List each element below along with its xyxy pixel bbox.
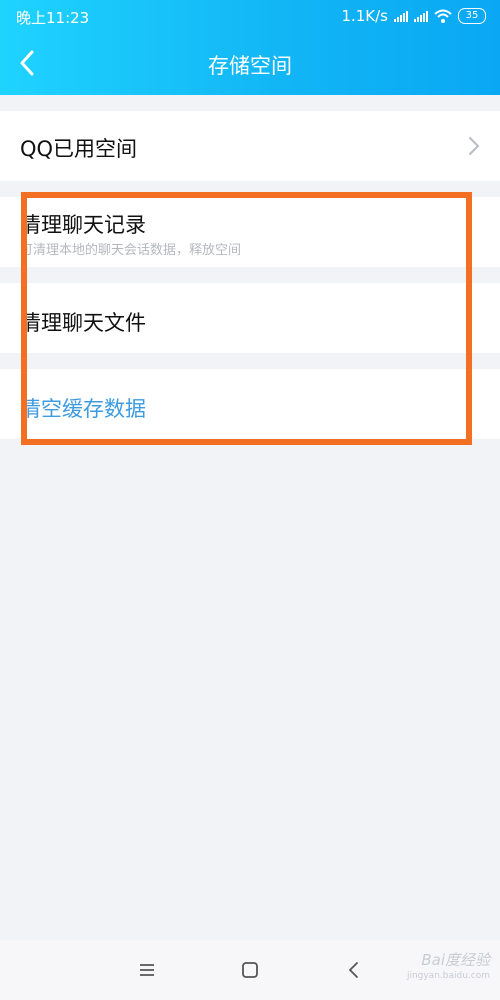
page-title: 存储空间 [208, 54, 292, 78]
back-triangle-icon[interactable] [342, 958, 366, 982]
qq-used-space-row[interactable]: QQ已用空间 [0, 111, 500, 181]
status-bar: 晚上11:23 1.1K/s 35 [0, 0, 500, 32]
clear-chat-records-row[interactable]: 清理聊天记录 可清理本地的聊天会话数据，释放空间 [0, 197, 500, 267]
nav-bar: 存储空间 [0, 32, 500, 95]
watermark-url: jingyan.baidu.com [406, 971, 490, 981]
wifi-icon [434, 9, 452, 23]
battery-icon: 35 [458, 8, 486, 24]
network-speed: 1.1K/s [341, 7, 388, 25]
clear-cache-row[interactable]: 清空缓存数据 [0, 369, 500, 439]
home-square-icon[interactable] [238, 958, 262, 982]
app-header: 晚上11:23 1.1K/s 35 存储空间 [0, 0, 500, 95]
watermark: Bai度经验 jingyan.baidu.com [407, 952, 490, 984]
menu-icon[interactable] [135, 958, 159, 982]
clear-chat-files-row[interactable]: 清理聊天文件 [0, 283, 500, 353]
signal-icon [394, 10, 408, 22]
row-label: QQ已用空间 [20, 137, 138, 161]
signal-icon-2 [414, 10, 428, 22]
row-label: 清理聊天文件 [20, 311, 146, 335]
status-time: 晚上11:23 [16, 9, 90, 27]
status-indicators: 1.1K/s 35 [341, 7, 486, 25]
row-label: 清空缓存数据 [20, 397, 146, 421]
row-label: 清理聊天记录 [20, 213, 146, 237]
row-description: 可清理本地的聊天会话数据，释放空间 [20, 243, 242, 258]
chevron-right-icon [469, 137, 480, 155]
watermark-text: Bai度经验 [421, 951, 490, 969]
